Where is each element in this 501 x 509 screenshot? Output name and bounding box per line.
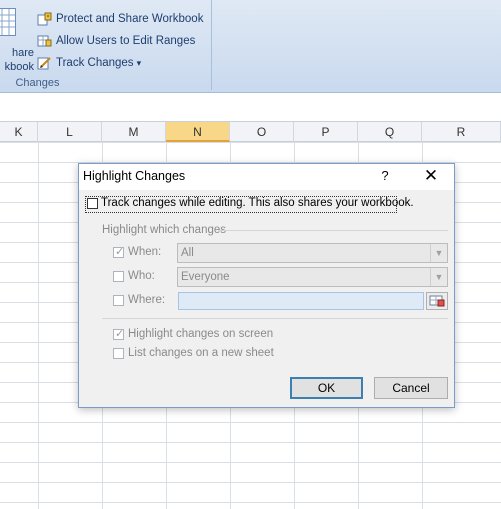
edit-ranges-label: Allow Users to Edit Ranges bbox=[56, 35, 196, 47]
column-label: R bbox=[456, 125, 466, 139]
range-picker-icon bbox=[429, 295, 445, 307]
share-workbook-icon bbox=[0, 8, 16, 36]
where-input[interactable] bbox=[178, 292, 424, 310]
help-icon[interactable]: ? bbox=[375, 168, 395, 183]
section-label-highlight-which: Highlight which changes bbox=[102, 224, 227, 236]
where-checkbox[interactable] bbox=[113, 295, 124, 306]
cancel-button-label: Cancel bbox=[392, 381, 430, 395]
column-label: P bbox=[321, 125, 330, 139]
column-label: O bbox=[256, 125, 267, 139]
track-changes-checkbox[interactable] bbox=[87, 198, 98, 209]
when-select-value: All bbox=[181, 247, 194, 259]
column-label: K bbox=[14, 125, 23, 139]
section-divider bbox=[218, 230, 448, 231]
share-label-line2: kbook bbox=[4, 61, 34, 73]
ok-button[interactable]: OK bbox=[290, 377, 363, 399]
column-header-o[interactable]: O bbox=[230, 122, 294, 142]
list-on-new-sheet-label: List changes on a new sheet bbox=[128, 347, 274, 359]
dialog-title: Highlight Changes bbox=[83, 169, 186, 183]
column-header-r[interactable]: R bbox=[422, 122, 501, 142]
options-divider bbox=[102, 318, 448, 319]
column-header-p[interactable]: P bbox=[294, 122, 358, 142]
when-checkbox[interactable]: ✓ bbox=[113, 246, 125, 258]
grid-line bbox=[38, 142, 39, 509]
edit-ranges-icon bbox=[37, 34, 52, 48]
ok-button-label: OK bbox=[317, 381, 336, 395]
column-header-m[interactable]: M bbox=[102, 122, 166, 142]
who-label: Who: bbox=[128, 270, 155, 282]
column-header-l[interactable]: L bbox=[38, 122, 102, 142]
cancel-button[interactable]: Cancel bbox=[374, 377, 448, 399]
track-changes-button[interactable]: Track Changes ▾ bbox=[37, 54, 141, 72]
who-select[interactable]: Everyone ▼ bbox=[177, 267, 448, 287]
who-checkbox[interactable] bbox=[113, 271, 124, 282]
track-changes-checkbox-label[interactable]: Track changes while editing. This also s… bbox=[101, 197, 414, 209]
checkmark-icon: ✓ bbox=[115, 328, 125, 340]
close-icon[interactable]: ✕ bbox=[419, 166, 443, 186]
column-label: Q bbox=[384, 125, 395, 139]
chevron-down-icon: ▼ bbox=[430, 244, 447, 262]
column-header-k[interactable]: K bbox=[0, 122, 38, 142]
protect-share-label: Protect and Share Workbook bbox=[56, 13, 204, 25]
column-header-n[interactable]: N bbox=[166, 122, 230, 142]
dialog-title-bar[interactable]: Highlight Changes ? ✕ bbox=[79, 164, 454, 190]
changes-group: hare kbook Protect and Share Workbook Al… bbox=[0, 0, 212, 90]
who-select-value: Everyone bbox=[181, 271, 230, 283]
share-label-line1: hare bbox=[11, 47, 34, 59]
chevron-down-icon: ▾ bbox=[136, 57, 142, 68]
track-changes-label: Track Changes bbox=[56, 57, 134, 69]
column-label: N bbox=[193, 125, 202, 139]
column-label: M bbox=[128, 125, 139, 139]
track-changes-icon bbox=[37, 56, 52, 70]
when-label: When: bbox=[128, 246, 162, 258]
highlight-on-screen-label: Highlight changes on screen bbox=[128, 328, 274, 340]
chevron-down-icon: ▼ bbox=[430, 268, 447, 286]
share-workbook-label: hare kbook bbox=[0, 46, 34, 74]
when-select[interactable]: All ▼ bbox=[177, 243, 448, 263]
highlight-on-screen-checkbox[interactable]: ✓ bbox=[113, 328, 125, 340]
where-label: Where: bbox=[128, 294, 166, 306]
allow-users-edit-ranges-button[interactable]: Allow Users to Edit Ranges bbox=[37, 32, 195, 50]
protect-share-workbook-button[interactable]: Protect and Share Workbook bbox=[37, 10, 203, 28]
protect-share-icon bbox=[37, 12, 52, 26]
list-on-new-sheet-checkbox[interactable] bbox=[113, 348, 124, 359]
column-label: L bbox=[66, 125, 73, 139]
formula-bar[interactable] bbox=[0, 93, 501, 122]
range-select-button[interactable] bbox=[426, 292, 448, 310]
group-label-changes: Changes bbox=[15, 77, 60, 89]
ribbon: hare kbook Protect and Share Workbook Al… bbox=[0, 0, 501, 93]
share-workbook-button[interactable]: hare kbook bbox=[0, 8, 34, 74]
column-header-q[interactable]: Q bbox=[358, 122, 422, 142]
checkmark-icon: ✓ bbox=[115, 246, 125, 258]
